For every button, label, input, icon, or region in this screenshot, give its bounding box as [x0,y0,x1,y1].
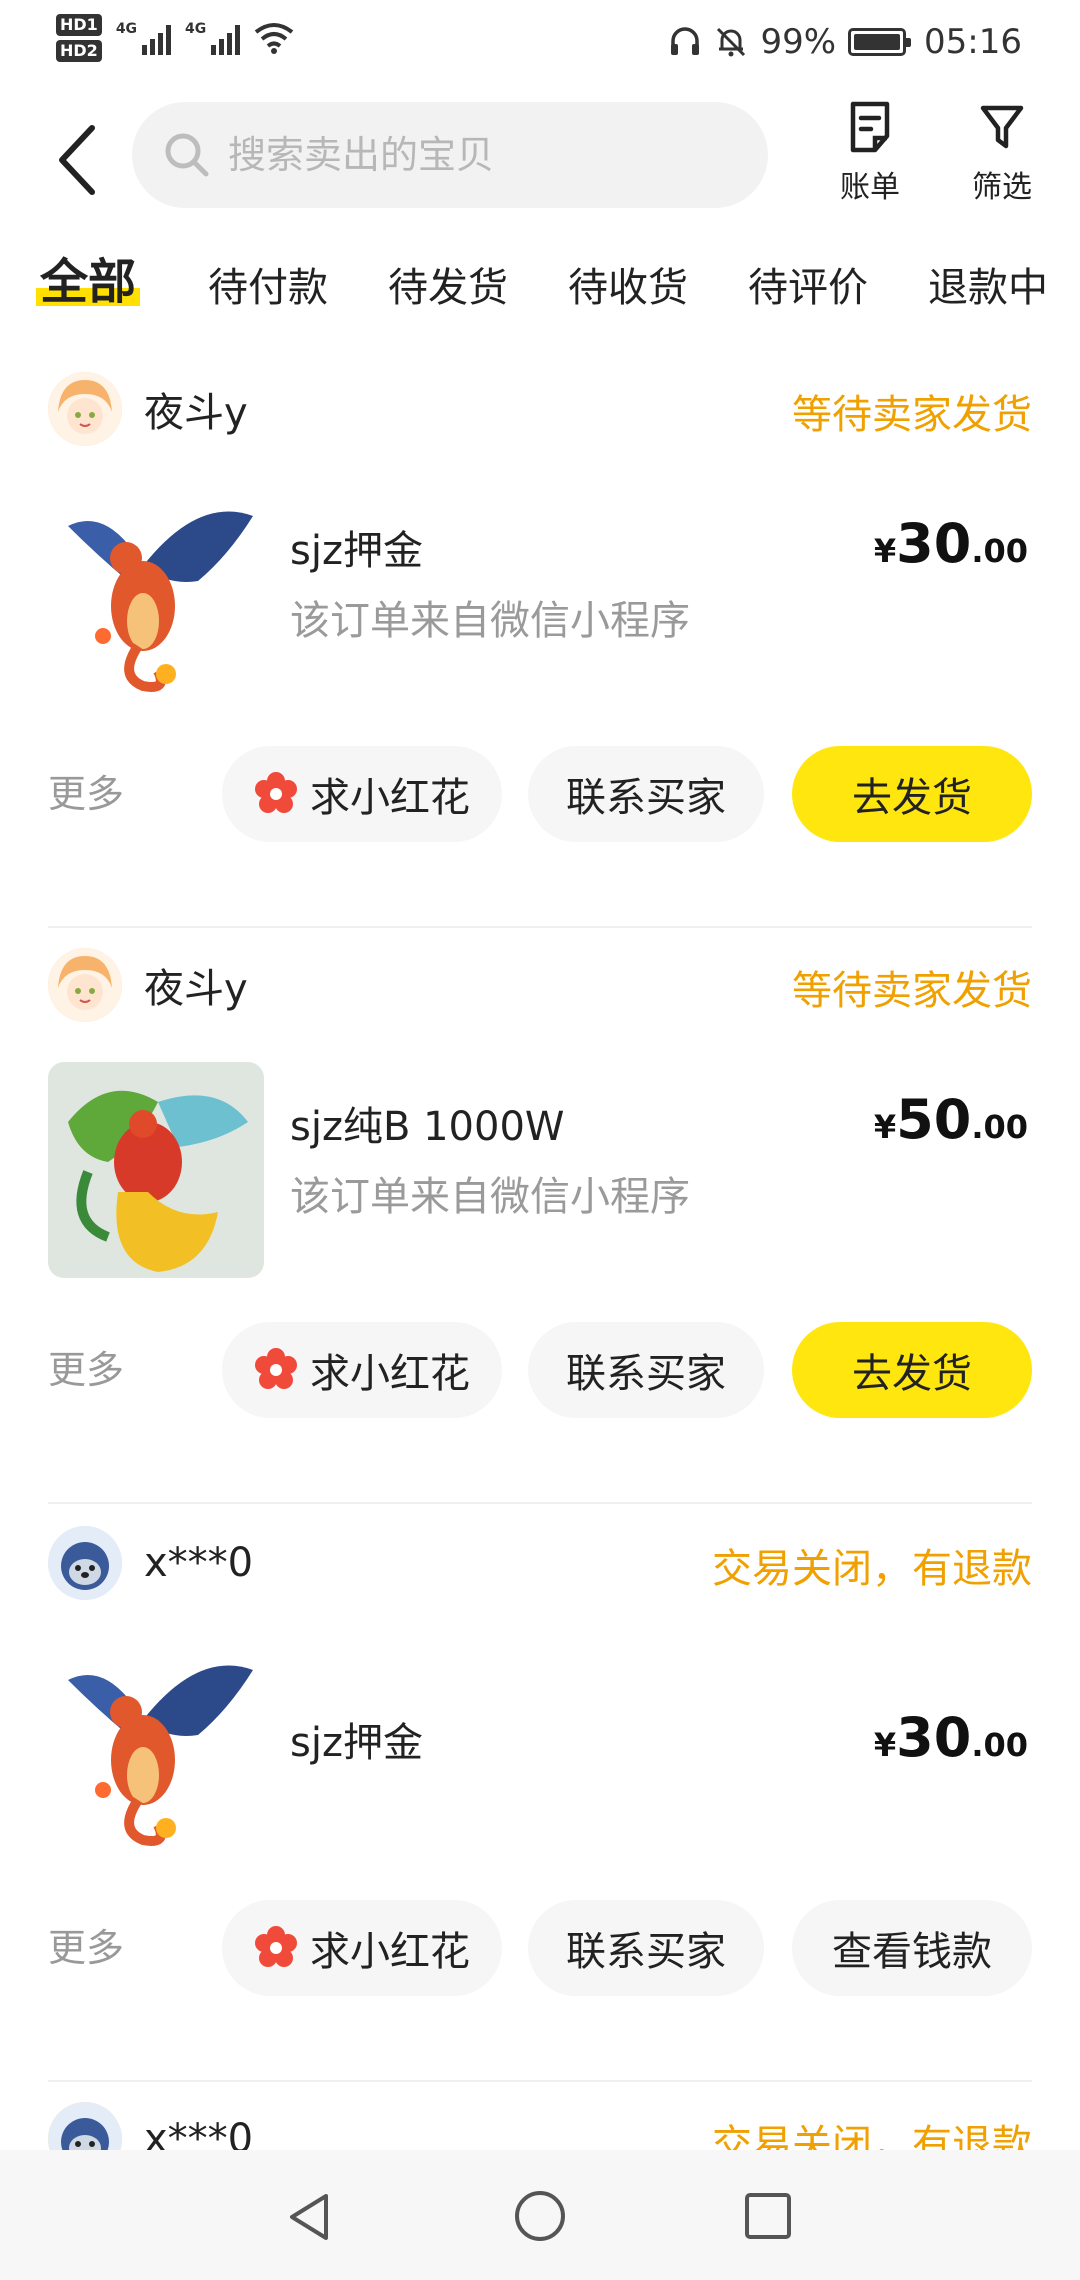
buyer-name: x***0 [144,2116,254,2150]
flower-icon [255,1348,297,1389]
contact-buyer-button[interactable]: 联系买家 [528,1322,764,1418]
clock: 05:16 [924,22,1022,62]
flower-icon [255,1926,297,1967]
bill-icon [850,101,890,153]
contact-buyer-button[interactable]: 联系买家 [528,746,764,842]
status-bar: HD1 HD2 4G 4G 99% 05:16 [0,0,1080,92]
avatar[interactable] [48,948,122,1022]
request-flower-label: 求小红花 [310,1929,470,1975]
hd2-badge: HD2 [56,40,102,62]
order-status: 交易关闭，有退款 [712,2122,1032,2150]
tab-pending-payment[interactable]: 待付款 [208,260,328,316]
buyer-name: 夜斗y [144,390,248,436]
buyer-name: 夜斗y [144,966,248,1012]
order-price: ¥30.00 [873,512,1028,575]
signal-1-icon: 4G [116,21,172,55]
order-price: ¥30.00 [873,1706,1028,1769]
divider [48,1502,1032,1504]
tab-pending-shipment[interactable]: 待发货 [388,260,508,316]
request-flower-button[interactable]: 求小红花 [222,1322,502,1418]
divider [48,2080,1032,2082]
product-image[interactable] [48,1062,264,1278]
search-header: 搜索卖出的宝贝 账单 筛选 [0,92,1080,232]
buyer-row[interactable]: 夜斗y [48,948,248,1022]
battery-percent: 99% [760,22,837,62]
search-placeholder: 搜索卖出的宝贝 [228,133,495,177]
ship-button[interactable]: 去发货 [792,1322,1032,1418]
filter-button[interactable]: 筛选 [952,100,1052,206]
order-source: 该订单来自微信小程序 [290,598,690,644]
order-status: 等待卖家发货 [792,968,1032,1014]
search-input[interactable]: 搜索卖出的宝贝 [132,102,768,208]
order-card[interactable]: 夜斗y 等待卖家发货 sjz纯B 1000W 该订单来自微信小程序 ¥50.00… [0,932,1080,1510]
avatar[interactable] [48,1526,122,1600]
order-price: ¥50.00 [873,1088,1028,1151]
battery-icon [848,28,912,56]
more-link[interactable]: 更多 [48,1340,124,1400]
nav-back-icon[interactable] [284,2190,334,2244]
bill-label: 账单 [840,170,900,205]
wifi-icon [255,23,294,54]
system-nav-bar [0,2150,1080,2280]
search-icon [165,133,209,177]
back-arrow-icon[interactable] [50,120,110,200]
order-source: 该订单来自微信小程序 [290,1174,690,1220]
headphones-icon [671,27,700,55]
tab-all[interactable]: 全部 [35,254,141,310]
avatar[interactable] [48,2102,122,2150]
bill-button[interactable]: 账单 [820,100,920,206]
request-flower-button[interactable]: 求小红花 [222,1900,502,1996]
order-card[interactable]: x***0 交易关闭，有退款 [0,2086,1080,2150]
status-right-icons: 99% 05:16 [668,22,1022,62]
signal-2-icon: 4G [185,21,241,55]
nav-recents-icon[interactable] [744,2192,792,2240]
flower-icon [255,772,297,813]
tab-refunding[interactable]: 退款中 [928,260,1048,316]
product-title: sjz押金 [290,1720,423,1766]
bell-muted-icon [717,27,746,57]
filter-label: 筛选 [972,170,1032,205]
nav-home-icon[interactable] [514,2190,566,2242]
product-title: sjz押金 [290,528,423,574]
order-status: 等待卖家发货 [792,392,1032,438]
order-tabs: 全部 待付款 待发货 待收货 待评价 退款中 [0,238,1080,338]
tab-pending-receipt[interactable]: 待收货 [568,260,688,316]
product-image[interactable] [48,1640,264,1856]
filter-icon [980,105,1024,149]
request-flower-button[interactable]: 求小红花 [222,746,502,842]
product-title: sjz纯B 1000W [290,1104,565,1150]
contact-buyer-button[interactable]: 联系买家 [528,1900,764,1996]
tab-pending-review[interactable]: 待评价 [748,260,868,316]
buyer-row[interactable]: x***0 [48,1526,253,1600]
more-link[interactable]: 更多 [48,1918,124,1978]
more-link[interactable]: 更多 [48,764,124,824]
view-funds-button[interactable]: 查看钱款 [792,1900,1032,1996]
buyer-row[interactable]: x***0 [48,2102,253,2150]
buyer-row[interactable]: 夜斗y [48,372,248,446]
request-flower-label: 求小红花 [310,1351,470,1397]
divider [48,926,1032,928]
order-card[interactable]: x***0 交易关闭，有退款 sjz押金 ¥30.00 更多 求小红花 联系买家 [0,1510,1080,2088]
product-image[interactable] [48,486,264,702]
hd1-badge: HD1 [56,14,102,36]
order-card[interactable]: 夜斗y 等待卖家发货 sjz押金 该订单来自微信小程序 ¥30.00 更多 求小… [0,356,1080,934]
request-flower-label: 求小红花 [310,775,470,821]
status-left-icons: HD1 HD2 4G 4G [56,14,294,62]
buyer-name: x***0 [144,1540,254,1586]
ship-button[interactable]: 去发货 [792,746,1032,842]
hd-indicators: HD1 HD2 [56,14,102,62]
avatar[interactable] [48,372,122,446]
order-status: 交易关闭，有退款 [712,1546,1032,1592]
